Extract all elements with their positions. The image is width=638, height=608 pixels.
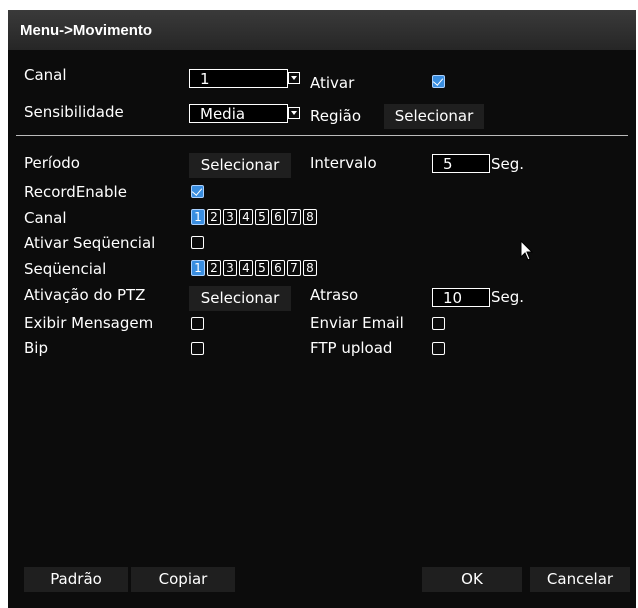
ftp-upload-label: FTP upload	[310, 339, 393, 357]
regiao-label: Região	[310, 107, 362, 125]
record-channel-3[interactable]: 3	[223, 209, 237, 225]
window-title: Menu->Movimento	[20, 22, 153, 39]
record-channel-5[interactable]: 5	[255, 209, 269, 225]
seq-channel-2[interactable]: 2	[207, 260, 221, 276]
record-channel-2[interactable]: 2	[207, 209, 221, 225]
sensibilidade-select[interactable]: Media	[189, 104, 288, 123]
enviar-email-label: Enviar Email	[310, 314, 404, 332]
record-channel-4[interactable]: 4	[239, 209, 253, 225]
motion-settings-window: Menu->Movimento Canal 1 Ativar Sensibili…	[8, 10, 636, 608]
periodo-selecionar-button[interactable]: Selecionar	[189, 153, 291, 178]
record-channel-7[interactable]: 7	[287, 209, 301, 225]
ptz-label: Ativação do PTZ	[24, 286, 146, 304]
seq-channel-6[interactable]: 6	[271, 260, 285, 276]
ativar-label: Ativar	[310, 74, 355, 92]
bip-label: Bip	[24, 339, 48, 357]
intervalo-unit: Seg.	[491, 155, 525, 173]
separator-line	[16, 135, 628, 136]
sensibilidade-label: Sensibilidade	[24, 103, 124, 121]
ftp-upload-checkbox[interactable]	[432, 342, 445, 355]
dialog-body: Canal 1 Ativar Sensibilidade Media Regiã…	[8, 50, 636, 608]
canal-select[interactable]: 1	[189, 69, 288, 88]
intervalo-input[interactable]: 5	[432, 154, 490, 173]
regiao-selecionar-button[interactable]: Selecionar	[384, 104, 484, 129]
exibir-mensagem-checkbox[interactable]	[191, 317, 204, 330]
canal-select-value: 1	[200, 70, 210, 88]
sequencial-label: Seqüencial	[24, 260, 107, 278]
sequencial-channel-selector: 1 2 3 4 5 6 7 8	[191, 260, 317, 276]
record-enable-checkbox[interactable]	[191, 185, 204, 198]
cancelar-button[interactable]: Cancelar	[530, 567, 630, 592]
record-channel-1[interactable]: 1	[191, 209, 205, 225]
sensibilidade-select-value: Media	[200, 105, 246, 123]
ativar-sequencial-label: Ativar Seqüencial	[24, 234, 156, 252]
seq-channel-4[interactable]: 4	[239, 260, 253, 276]
seq-channel-3[interactable]: 3	[223, 260, 237, 276]
exibir-mensagem-label: Exibir Mensagem	[24, 314, 154, 332]
seq-channel-8[interactable]: 8	[303, 260, 317, 276]
title-bar: Menu->Movimento	[8, 10, 636, 50]
periodo-label: Período	[24, 154, 80, 172]
bip-checkbox[interactable]	[191, 342, 204, 355]
record-canal-label: Canal	[24, 209, 67, 227]
seq-channel-5[interactable]: 5	[255, 260, 269, 276]
padrao-button[interactable]: Padrão	[24, 567, 128, 592]
copiar-button[interactable]: Copiar	[131, 567, 235, 592]
seq-channel-7[interactable]: 7	[287, 260, 301, 276]
record-channel-8[interactable]: 8	[303, 209, 317, 225]
record-channel-selector: 1 2 3 4 5 6 7 8	[191, 209, 317, 225]
sensibilidade-dropdown-arrow-icon[interactable]	[288, 107, 300, 119]
canal-label: Canal	[24, 66, 67, 84]
atraso-unit: Seg.	[491, 288, 525, 306]
atraso-label: Atraso	[310, 286, 359, 304]
ativar-sequencial-checkbox[interactable]	[191, 236, 204, 249]
ok-button[interactable]: OK	[422, 567, 522, 592]
record-enable-label: RecordEnable	[24, 183, 127, 201]
atraso-input[interactable]: 10	[432, 288, 490, 307]
mouse-pointer-icon	[520, 240, 534, 261]
canal-dropdown-arrow-icon[interactable]	[288, 72, 300, 84]
ativar-checkbox[interactable]	[432, 75, 445, 88]
intervalo-label: Intervalo	[310, 154, 377, 172]
ptz-selecionar-button[interactable]: Selecionar	[189, 286, 291, 311]
seq-channel-1[interactable]: 1	[191, 260, 205, 276]
record-channel-6[interactable]: 6	[271, 209, 285, 225]
enviar-email-checkbox[interactable]	[432, 317, 445, 330]
